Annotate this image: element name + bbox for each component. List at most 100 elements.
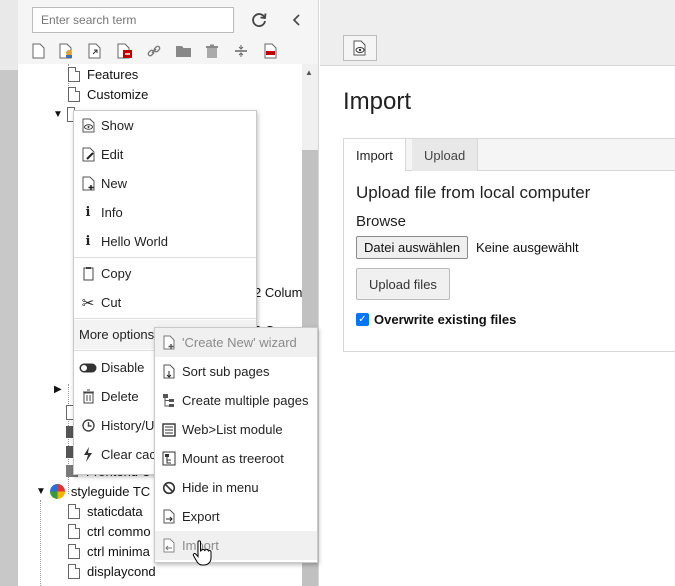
menu-item-label: Edit [101,147,124,162]
page-delete-icon[interactable] [113,40,137,62]
tree-node[interactable]: staticdata [68,501,143,521]
tree-toolbar [26,40,282,62]
hand-cursor-icon [192,540,212,566]
overwrite-checkbox[interactable]: ✓ [356,313,369,326]
menu-item-copy[interactable]: Copy [74,259,256,288]
upload-files-button[interactable]: Upload files [356,268,450,300]
menu-item-label: More options [79,327,155,342]
info-icon: i [85,205,91,220]
menu-item-label: Delete [101,389,139,404]
edit-icon [75,147,101,162]
menu-item-list-module[interactable]: Web>List module [155,415,317,444]
page-icon [68,543,80,559]
menu-item-info[interactable]: i Info [74,198,256,227]
menu-item-show[interactable]: Show [74,111,256,140]
scroll-up-arrow-icon[interactable]: ▲ [305,68,313,77]
tree-node-label: Customize [87,86,149,102]
new-page-icon [75,176,101,191]
menu-item-edit[interactable]: Edit [74,140,256,169]
overwrite-label[interactable]: Overwrite existing files [374,312,516,327]
pdf-icon[interactable] [258,40,282,62]
link-icon[interactable] [142,40,166,62]
choose-file-button[interactable]: Datei auswählen [356,236,469,259]
treeroot-icon [156,451,182,466]
lightning-icon [75,447,101,462]
menu-item-label: Hide in menu [182,480,259,495]
tree-node-label: ctrl commo [87,523,151,539]
menu-item-cut[interactable]: ✂ Cut [74,288,256,317]
caret-down-icon[interactable]: ▼ [36,486,46,497]
tree-node-label: 2 Colum [254,284,302,300]
menu-item-create-new-wizard[interactable]: 'Create New' wizard [155,328,317,357]
menu-item-label: Hello World [101,234,168,249]
sort-pages-icon [156,364,182,379]
tree-node[interactable]: Features [68,64,138,84]
tree-node[interactable]: ctrl commo [68,521,151,541]
new-page-icon[interactable] [26,40,50,62]
browse-label: Browse [356,213,407,230]
tree-node-label: displaycond [87,563,156,579]
menu-item-label: Cut [101,295,122,310]
menu-item-new[interactable]: New [74,169,256,198]
menu-item-label: New [101,176,128,191]
import-icon [156,538,182,553]
menu-item-sort-sub-pages[interactable]: Sort sub pages [155,357,317,386]
menu-item-label: Info [101,205,123,220]
menu-item-create-multiple-pages[interactable]: Create multiple pages [155,386,317,415]
recycler-icon[interactable] [200,40,224,62]
menu-item-label: Copy [101,266,132,281]
trash-icon [75,389,101,404]
folder-icon[interactable] [171,40,195,62]
page-user-icon[interactable] [55,40,79,62]
module-menu-edge [0,0,18,586]
module-menu-edge-top [0,0,18,70]
page-shortcut-icon[interactable] [84,40,108,62]
view-page-button[interactable] [343,35,377,61]
tab-import[interactable]: Import [344,139,406,172]
tree-node[interactable]: ctrl minima [68,541,150,561]
tree-node[interactable]: displaycond [68,561,156,581]
page-icon [68,86,80,102]
menu-item-import[interactable]: Import [155,531,317,560]
menu-item-label: History/U [101,418,155,433]
tree-node-styleguide[interactable]: ▼ styleguide TC [36,481,150,501]
tree-node-label: staticdata [87,503,143,519]
tab-bar: Import Upload [344,139,675,172]
eye-icon [353,40,366,56]
page-icon [68,503,80,519]
menu-divider [74,318,256,319]
menu-item-label: Show [101,118,134,133]
tree-node[interactable]: Customize [68,84,148,104]
export-icon [156,509,182,524]
tree-node-label: Features [87,66,139,82]
content-area: Import Import Upload Upload file from lo… [320,0,675,586]
info-icon: i [85,234,91,249]
import-panel: Import Upload Upload file from local com… [343,138,675,352]
menu-item-export[interactable]: Export [155,502,317,531]
chevron-left-icon[interactable] [286,8,306,32]
caret-down-icon[interactable]: ▼ [53,109,63,120]
tree-node-label: ctrl minima [87,543,150,559]
scissors-icon: ✂ [81,294,95,312]
history-icon [75,418,101,433]
list-icon [156,422,182,437]
new-page-icon [156,335,182,350]
divider-icon[interactable] [229,40,253,62]
menu-item-hello-world[interactable]: i Hello World [74,227,256,256]
menu-item-label: Sort sub pages [182,364,270,379]
menu-item-mount-as-treeroot[interactable]: Mount as treeroot [155,444,317,473]
menu-item-label: Web>List module [182,422,283,437]
menu-item-label: Export [182,509,220,524]
tree-search-input[interactable] [32,7,234,33]
caret-right-icon[interactable]: ▶ [54,384,62,395]
doc-header [320,0,675,66]
menu-item-label: Disable [101,360,145,375]
tab-upload[interactable]: Upload [412,139,479,171]
menu-item-hide-in-menu[interactable]: Hide in menu [155,473,317,502]
tree-node-label-fragment[interactable]: 2 Colum [254,282,302,302]
toggle-icon [75,363,101,373]
tree-node-label: styleguide TC [70,483,151,499]
page-title: Import [343,88,412,115]
refresh-icon[interactable] [246,8,272,32]
tab-content: Upload file from local computer Browse D… [344,171,675,351]
